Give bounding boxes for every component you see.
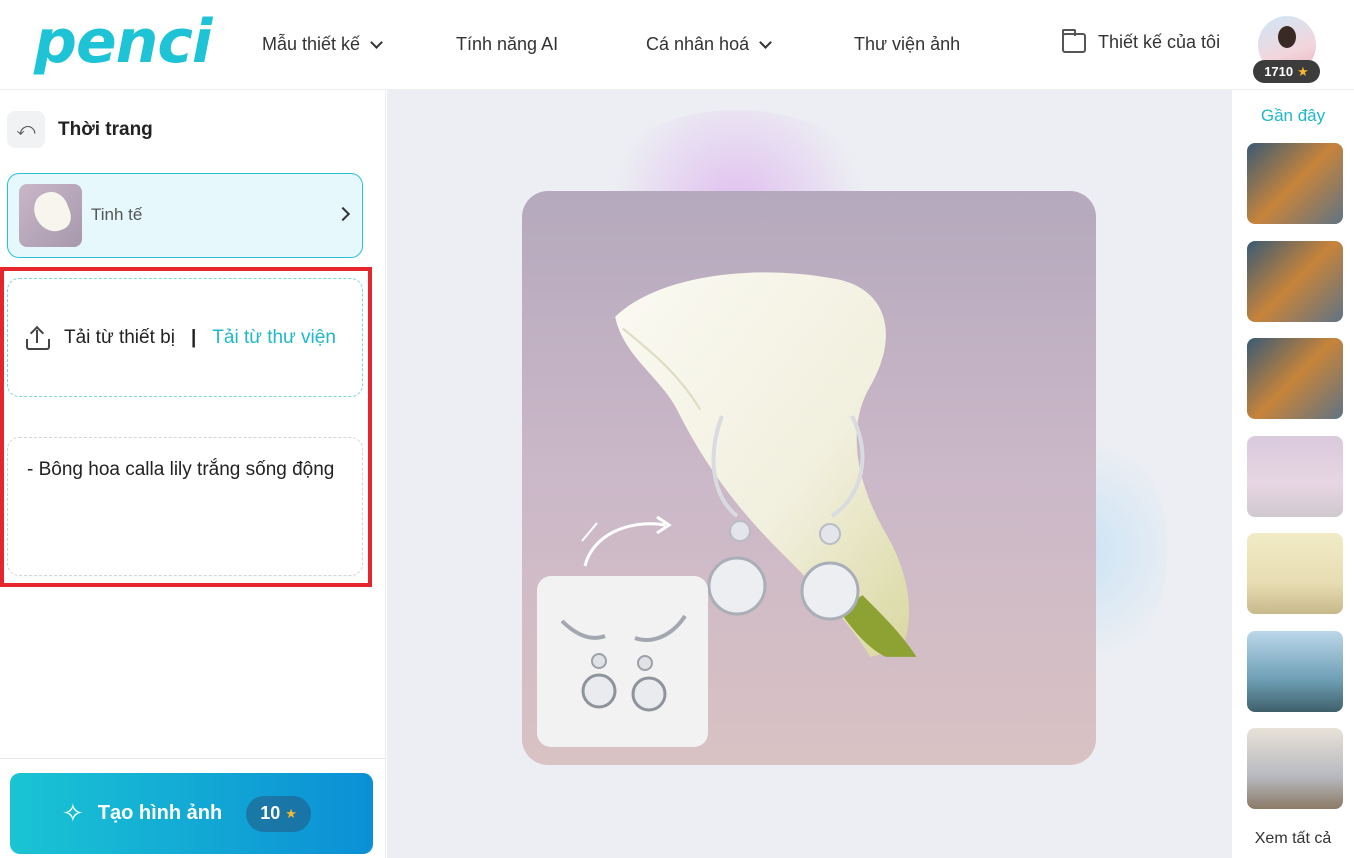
upload-separator: | <box>190 326 197 348</box>
sparkle-icon: ✧ <box>62 798 84 828</box>
recent-thumbnail[interactable] <box>1247 436 1343 517</box>
my-designs-label: Thiết kế của tôi <box>1098 32 1221 52</box>
chevron-down-icon <box>370 36 383 49</box>
chevron-down-icon <box>759 36 772 49</box>
nav-personalize[interactable]: Cá nhân hoá <box>646 34 772 55</box>
prompt-textarea[interactable]: - Bông hoa calla lily trắng sống động <box>7 437 363 576</box>
nav-templates-label: Mẫu thiết kế <box>262 34 361 54</box>
preview-canvas <box>387 90 1232 858</box>
nav-image-library[interactable]: Thư viện ảnh <box>854 34 960 55</box>
style-label: Tinh tế <box>91 205 143 224</box>
credit-count: 1710 <box>1264 64 1294 79</box>
create-image-label: Tạo hình ảnh <box>97 802 223 824</box>
category-title: Thời trang <box>58 119 153 140</box>
folder-icon <box>1062 28 1086 53</box>
penci-logo[interactable]: penci <box>34 10 212 74</box>
bottom-action-bar: ✧ Tạo hình ảnh 10 ★ <box>0 758 386 858</box>
curved-arrow-icon <box>581 515 672 567</box>
top-header: penci Mẫu thiết kế Tính năng AI Cá nhân … <box>0 0 1354 90</box>
recent-thumbnail[interactable] <box>1247 533 1343 614</box>
star-icon: ★ <box>285 805 297 821</box>
recent-title: Gần đây <box>1260 106 1326 125</box>
upload-from-device-link[interactable]: Tải từ thiết bị <box>64 327 175 349</box>
upload-from-library-link[interactable]: Tải từ thư viện <box>212 327 336 349</box>
earrings-image <box>707 415 865 621</box>
cost-badge: 10 ★ <box>246 795 311 832</box>
recent-thumbnail[interactable] <box>1247 241 1343 322</box>
nav-templates[interactable]: Mẫu thiết kế <box>262 34 383 55</box>
my-designs-link[interactable]: Thiết kế của tôi <box>1062 28 1221 53</box>
recent-thumbnail[interactable] <box>1247 143 1343 224</box>
upload-area[interactable]: Tải từ thiết bị | Tải từ thư viện <box>7 278 363 397</box>
cost-value: 10 <box>260 803 281 823</box>
star-icon: ★ <box>1297 63 1309 79</box>
recent-thumbnail[interactable] <box>1247 631 1343 712</box>
upload-icon <box>26 326 50 350</box>
recent-thumbnail[interactable] <box>1247 338 1343 419</box>
recent-thumbnail[interactable] <box>1247 728 1343 809</box>
recent-panel: Gần đây Xem tất cả <box>1232 90 1354 858</box>
style-thumbnail <box>19 184 82 247</box>
style-selector[interactable]: Tinh tế <box>7 173 363 258</box>
result-image[interactable] <box>522 191 1096 765</box>
chevron-right-icon <box>335 206 351 222</box>
create-image-button[interactable]: ✧ Tạo hình ảnh 10 ★ <box>10 773 373 854</box>
left-panel: ⤺ Thời trang Tinh tế Tải từ thiết bị | T… <box>0 90 386 858</box>
earrings-reference-image <box>560 614 687 712</box>
back-arrow-icon: ⤺ <box>16 119 36 139</box>
credit-badge: 1710 ★ <box>1253 60 1320 83</box>
nav-ai-features[interactable]: Tính năng AI <box>456 34 558 55</box>
reference-product-card <box>537 576 708 747</box>
see-all-link[interactable]: Xem tất cả <box>1232 830 1354 848</box>
back-button[interactable]: ⤺ <box>7 111 45 148</box>
nav-ai-features-label: Tính năng AI <box>456 34 559 54</box>
nav-image-library-label: Thư viện ảnh <box>854 34 961 54</box>
nav-personalize-label: Cá nhân hoá <box>646 34 750 54</box>
